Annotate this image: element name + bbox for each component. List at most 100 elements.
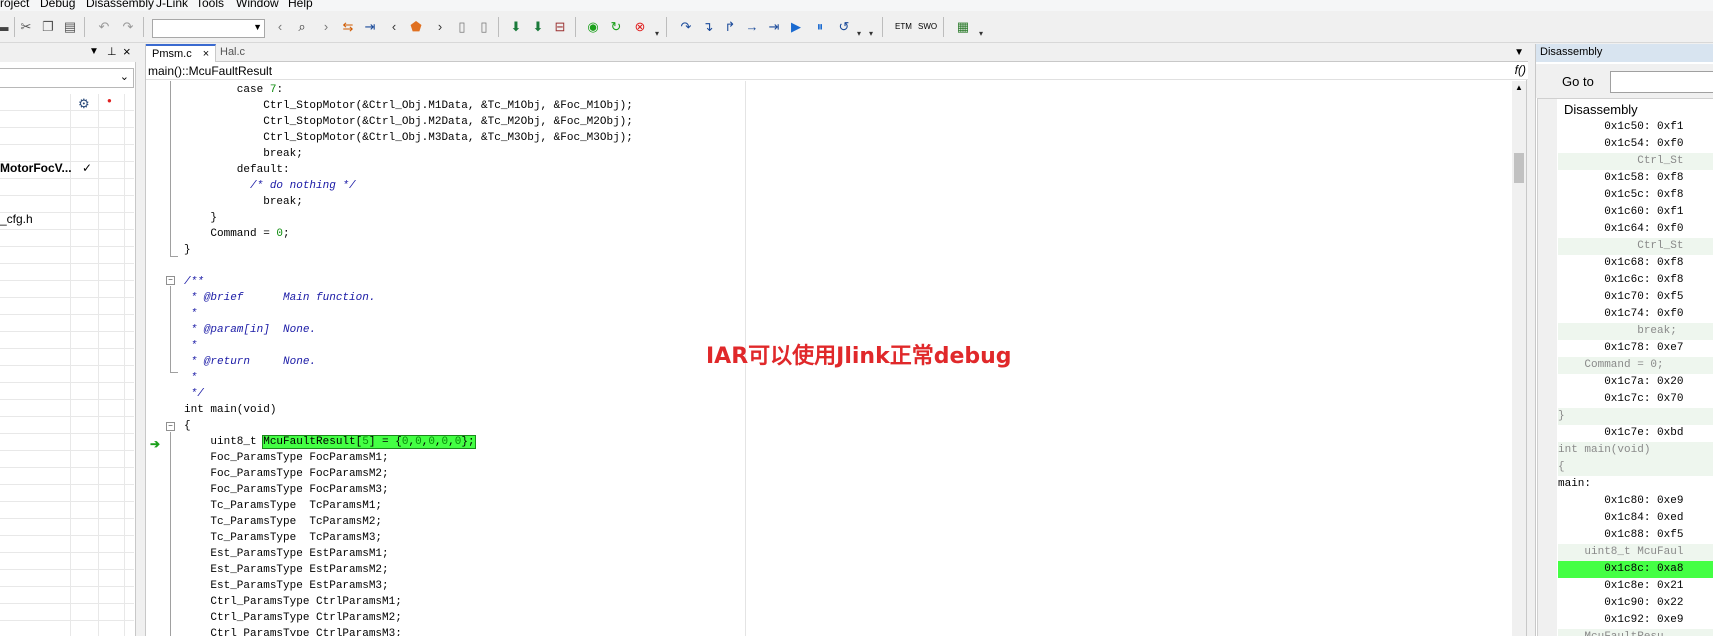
scroll-up-icon[interactable]: ▲ <box>1515 83 1523 92</box>
jlink-icon[interactable]: ▦ <box>955 19 971 35</box>
break-icon[interactable]: ⏸ <box>812 19 828 35</box>
disassembly-line[interactable]: 0x1c58: 0xf8 <box>1558 170 1713 187</box>
editor-vertical-scrollbar[interactable]: ▲ <box>1512 81 1526 636</box>
disassembly-line[interactable]: uint8_t McuFaul <box>1558 544 1713 561</box>
next-statement-icon[interactable]: → <box>744 19 760 35</box>
menu-window[interactable]: Window <box>236 0 279 10</box>
compile-icon[interactable]: ⬇ <box>508 19 524 35</box>
replace-icon[interactable]: ⇆ <box>340 19 356 35</box>
disassembly-line[interactable]: 0x1c60: 0xf1 <box>1558 204 1713 221</box>
tree-item-project[interactable]: MotorFocV... <box>0 161 72 175</box>
disassembly-line[interactable]: 0x1c70: 0xf5 <box>1558 289 1713 306</box>
disassembly-line[interactable]: main: <box>1558 476 1713 493</box>
disassembly-line[interactable]: break; <box>1558 323 1713 340</box>
find-combo[interactable]: ▼ <box>152 19 265 38</box>
disassembly-line[interactable]: Command = 0; <box>1558 357 1713 374</box>
debug-no-download-icon[interactable]: ↻ <box>608 19 624 35</box>
disassembly-line[interactable]: 0x1c50: 0xf1 <box>1558 119 1713 136</box>
disassembly-line[interactable]: 0x1c7c: 0x70 <box>1558 391 1713 408</box>
close-icon[interactable]: × <box>203 48 209 60</box>
workspace-config-select[interactable]: ⌄ <box>0 68 134 88</box>
breadcrumb[interactable]: main()::McuFaultResult f() <box>146 62 1528 80</box>
toolbar-overflow-icon[interactable]: ▾ <box>869 29 873 38</box>
disassembly-current-line[interactable]: 0x1c8c: 0xa8 <box>1558 561 1713 578</box>
panel-menu-icon[interactable]: ▼ <box>89 46 99 57</box>
goto-input[interactable] <box>1610 71 1713 93</box>
navigate-forward-icon[interactable]: › <box>432 19 448 35</box>
gutter[interactable] <box>146 81 176 636</box>
undo-icon[interactable]: ↶ <box>96 19 112 35</box>
disassembly-line[interactable]: 0x1c5c: 0xf8 <box>1558 187 1713 204</box>
stop-debug-icon[interactable]: ⊗ <box>632 19 648 35</box>
menu-disassembly[interactable]: Disassembly <box>86 0 154 10</box>
find-previous-icon[interactable]: ‹ <box>272 19 288 35</box>
toolbar-overflow-icon[interactable]: ▾ <box>655 29 659 38</box>
reset-dropdown-icon[interactable]: ▾ <box>857 29 861 38</box>
disassembly-line[interactable]: { <box>1558 459 1713 476</box>
pin-icon[interactable]: ⊥ <box>107 45 117 58</box>
paste-icon[interactable]: ▤ <box>62 19 78 35</box>
gear-icon[interactable]: ⚙ <box>78 96 90 112</box>
disassembly-line[interactable]: 0x1c7e: 0xbd <box>1558 425 1713 442</box>
code-line: case 7: <box>184 84 284 96</box>
disassembly-line[interactable]: 0x1c54: 0xf0 <box>1558 136 1713 153</box>
menu-help[interactable]: Help <box>288 0 313 10</box>
make-icon[interactable]: ⬇ <box>530 19 546 35</box>
menu-debug[interactable]: Debug <box>40 0 75 10</box>
download-debug-icon[interactable]: ◉ <box>585 19 601 35</box>
toolbar-overflow-icon[interactable]: ▾ <box>979 29 983 38</box>
redo-icon[interactable]: ↷ <box>120 19 136 35</box>
tab-hal-c[interactable]: Hal.c <box>214 44 251 62</box>
reset-icon[interactable]: ↺ <box>836 19 852 35</box>
tree-item-file[interactable]: _cfg.h <box>0 212 33 226</box>
disassembly-line[interactable]: 0x1c80: 0xe9 <box>1558 493 1713 510</box>
save-icon[interactable]: ▬ <box>0 19 10 35</box>
stop-build-icon[interactable]: ⊟ <box>552 19 568 35</box>
disassembly-line[interactable]: 0x1c74: 0xf0 <box>1558 306 1713 323</box>
step-over-icon[interactable]: ↷ <box>678 19 694 35</box>
go-icon[interactable]: ▶ <box>788 19 804 35</box>
find-next-icon[interactable]: › <box>318 19 334 35</box>
disassembly-list[interactable]: Disassembly 0x1c50: 0xf1 0x1c54: 0xf0 Ct… <box>1537 98 1713 636</box>
step-into-icon[interactable]: ↴ <box>700 19 716 35</box>
prev-bookmark-icon[interactable]: ▯ <box>454 19 470 35</box>
tab-list-icon[interactable]: ▼ <box>1514 47 1524 58</box>
disassembly-line[interactable]: int main(void) <box>1558 442 1713 459</box>
copy-icon[interactable]: ❐ <box>40 19 56 35</box>
close-icon[interactable]: × <box>123 44 131 59</box>
disassembly-line[interactable]: McuFaultResu <box>1558 629 1713 636</box>
disassembly-line[interactable]: 0x1c92: 0xe9 <box>1558 612 1713 629</box>
goto-icon[interactable]: ⇥ <box>362 19 378 35</box>
bookmark-icon[interactable]: ⬟ <box>408 19 424 35</box>
scrollbar-thumb[interactable] <box>1514 153 1524 183</box>
function-list-icon[interactable]: f() <box>1515 63 1526 77</box>
disassembly-line[interactable]: 0x1c64: 0xf0 <box>1558 221 1713 238</box>
disassembly-line[interactable]: 0x1c7a: 0x20 <box>1558 374 1713 391</box>
disassembly-line[interactable]: Ctrl_St <box>1558 153 1713 170</box>
disassembly-line[interactable]: } <box>1558 408 1713 425</box>
disassembly-line[interactable]: 0x1c88: 0xf5 <box>1558 527 1713 544</box>
disassembly-line[interactable]: Ctrl_St <box>1558 238 1713 255</box>
swo-button[interactable]: SWO <box>918 22 937 31</box>
tab-pmsm-c[interactable]: Pmsm.c × <box>146 44 217 62</box>
etm-button[interactable]: ETM <box>895 22 912 31</box>
disassembly-gutter[interactable] <box>1538 99 1557 636</box>
disassembly-line[interactable]: 0x1c84: 0xed <box>1558 510 1713 527</box>
fold-toggle-icon[interactable]: − <box>166 422 175 431</box>
step-out-icon[interactable]: ↱ <box>722 19 738 35</box>
disassembly-line[interactable]: 0x1c6c: 0xf8 <box>1558 272 1713 289</box>
chevron-down-icon[interactable]: ▼ <box>253 22 262 32</box>
menu-project[interactable]: roject <box>0 0 29 10</box>
disassembly-line[interactable]: 0x1c68: 0xf8 <box>1558 255 1713 272</box>
disassembly-line[interactable]: 0x1c90: 0x22 <box>1558 595 1713 612</box>
disassembly-line[interactable]: 0x1c8e: 0x21 <box>1558 578 1713 595</box>
fold-toggle-icon[interactable]: − <box>166 276 175 285</box>
next-bookmark-icon[interactable]: ▯ <box>476 19 492 35</box>
disassembly-line[interactable]: 0x1c78: 0xe7 <box>1558 340 1713 357</box>
cut-icon[interactable]: ✂ <box>18 19 34 35</box>
navigate-back-icon[interactable]: ‹ <box>386 19 402 35</box>
menu-tools[interactable]: Tools <box>196 0 224 10</box>
search-icon[interactable]: ⌕ <box>294 19 310 35</box>
run-to-cursor-icon[interactable]: ⇥ <box>766 19 782 35</box>
menu-jlink[interactable]: J-Link <box>156 0 188 10</box>
